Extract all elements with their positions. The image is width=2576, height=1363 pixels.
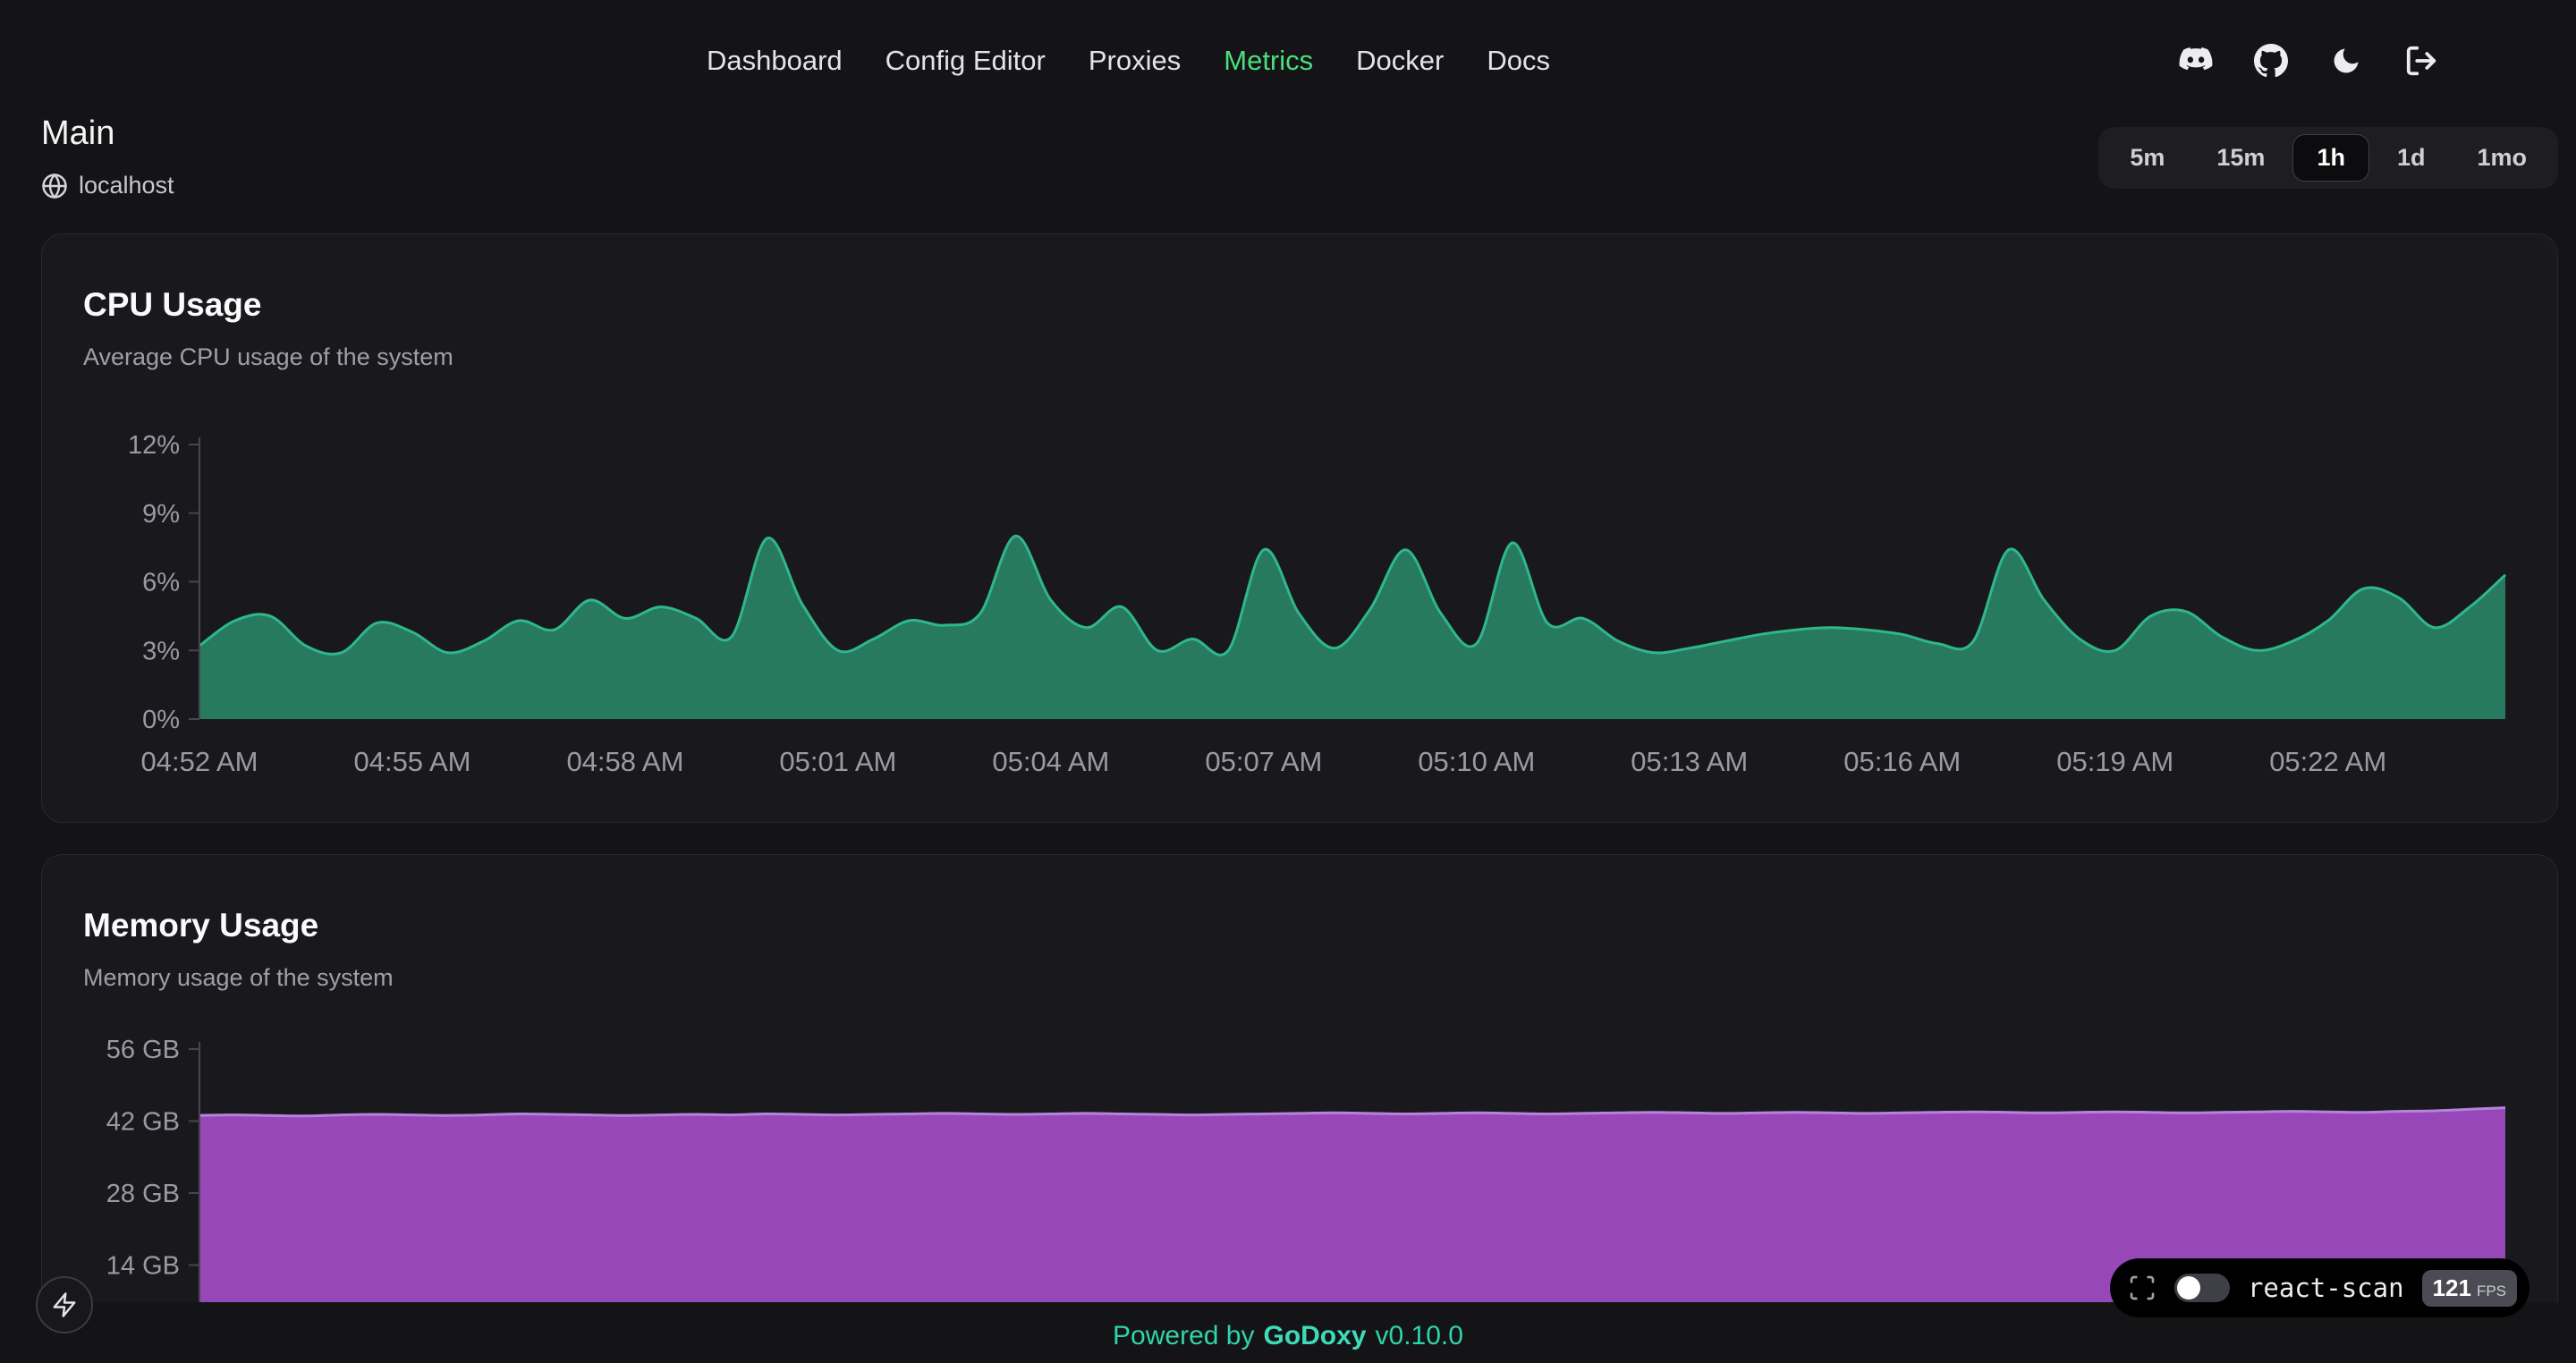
time-range-1mo[interactable]: 1mo — [2453, 134, 2551, 182]
svg-text:0%: 0% — [142, 706, 180, 734]
svg-text:05:13 AM: 05:13 AM — [1631, 746, 1748, 777]
svg-text:04:52 AM: 04:52 AM — [141, 746, 258, 777]
globe-icon — [41, 173, 68, 199]
host-row: localhost — [41, 172, 174, 199]
main-nav: Dashboard Config Editor Proxies Metrics … — [707, 36, 1550, 86]
svg-text:05:16 AM: 05:16 AM — [1843, 746, 1961, 777]
fps-badge: 121 FPS — [2422, 1270, 2517, 1307]
cpu-usage-card: CPU Usage Average CPU usage of the syste… — [41, 233, 2558, 823]
svg-text:28 GB: 28 GB — [106, 1180, 180, 1208]
svg-text:04:58 AM: 04:58 AM — [566, 746, 683, 777]
svg-text:05:10 AM: 05:10 AM — [1418, 746, 1535, 777]
inspect-icon[interactable] — [2128, 1274, 2157, 1302]
github-icon[interactable] — [2250, 40, 2292, 81]
nav-item-config-editor[interactable]: Config Editor — [886, 45, 1046, 77]
host-label: localhost — [79, 172, 174, 199]
version-text: v0.10.0 — [1376, 1321, 1463, 1350]
svg-text:12%: 12% — [128, 431, 180, 460]
cpu-chart[interactable]: 0% 3% 6% 9% 12% 04:52 AM 04:55 AM 04:58 AM 05:01… — [42, 234, 2559, 824]
nav-item-metrics[interactable]: Metrics — [1224, 45, 1313, 77]
svg-text:14 GB: 14 GB — [106, 1252, 180, 1281]
time-range-1h[interactable]: 1h — [2292, 134, 2369, 182]
svg-text:05:01 AM: 05:01 AM — [779, 746, 896, 777]
header-icon-bar — [2175, 38, 2442, 84]
godoxy-link[interactable]: GoDoxy — [1263, 1321, 1366, 1350]
page-title: Main — [41, 114, 114, 153]
svg-text:42 GB: 42 GB — [106, 1108, 180, 1137]
nav-item-proxies[interactable]: Proxies — [1089, 45, 1181, 77]
react-scan-label: react-scan — [2248, 1273, 2404, 1303]
svg-text:04:55 AM: 04:55 AM — [353, 746, 470, 777]
svg-text:05:07 AM: 05:07 AM — [1205, 746, 1322, 777]
svg-text:05:19 AM: 05:19 AM — [2056, 746, 2174, 777]
zap-icon — [51, 1291, 78, 1318]
time-range-5m[interactable]: 5m — [2106, 134, 2189, 182]
toggle-knob — [2177, 1276, 2200, 1300]
nav-item-docker[interactable]: Docker — [1356, 45, 1444, 77]
svg-text:56 GB: 56 GB — [106, 1036, 180, 1064]
discord-icon[interactable] — [2175, 40, 2216, 81]
logout-icon[interactable] — [2401, 40, 2442, 81]
powered-by-text: Powered by — [1113, 1321, 1254, 1350]
dark-mode-icon[interactable] — [2326, 40, 2367, 81]
react-scan-toolbar[interactable]: react-scan 121 FPS — [2110, 1258, 2529, 1317]
time-range-selector: 5m 15m 1h 1d 1mo — [2098, 127, 2558, 189]
metrics-page: Dashboard Config Editor Proxies Metrics … — [0, 0, 2576, 1363]
footer: Powered by GoDoxy v0.10.0 — [0, 1321, 2576, 1351]
svg-text:05:22 AM: 05:22 AM — [2269, 746, 2386, 777]
svg-text:3%: 3% — [142, 637, 180, 665]
memory-chart[interactable]: 14 GB 28 GB 42 GB 56 GB — [42, 855, 2558, 1302]
fps-unit: FPS — [2477, 1283, 2506, 1300]
svg-text:6%: 6% — [142, 569, 180, 597]
quick-actions-button[interactable] — [36, 1276, 93, 1333]
fps-value: 121 — [2433, 1274, 2471, 1302]
nav-item-dashboard[interactable]: Dashboard — [707, 45, 843, 77]
nav-item-docs[interactable]: Docs — [1487, 45, 1550, 77]
svg-text:9%: 9% — [142, 500, 180, 529]
time-range-1d[interactable]: 1d — [2373, 134, 2450, 182]
time-range-15m[interactable]: 15m — [2192, 134, 2289, 182]
memory-usage-card: Memory Usage Memory usage of the system … — [41, 854, 2558, 1302]
react-scan-toggle[interactable] — [2174, 1274, 2230, 1302]
svg-text:05:04 AM: 05:04 AM — [992, 746, 1109, 777]
